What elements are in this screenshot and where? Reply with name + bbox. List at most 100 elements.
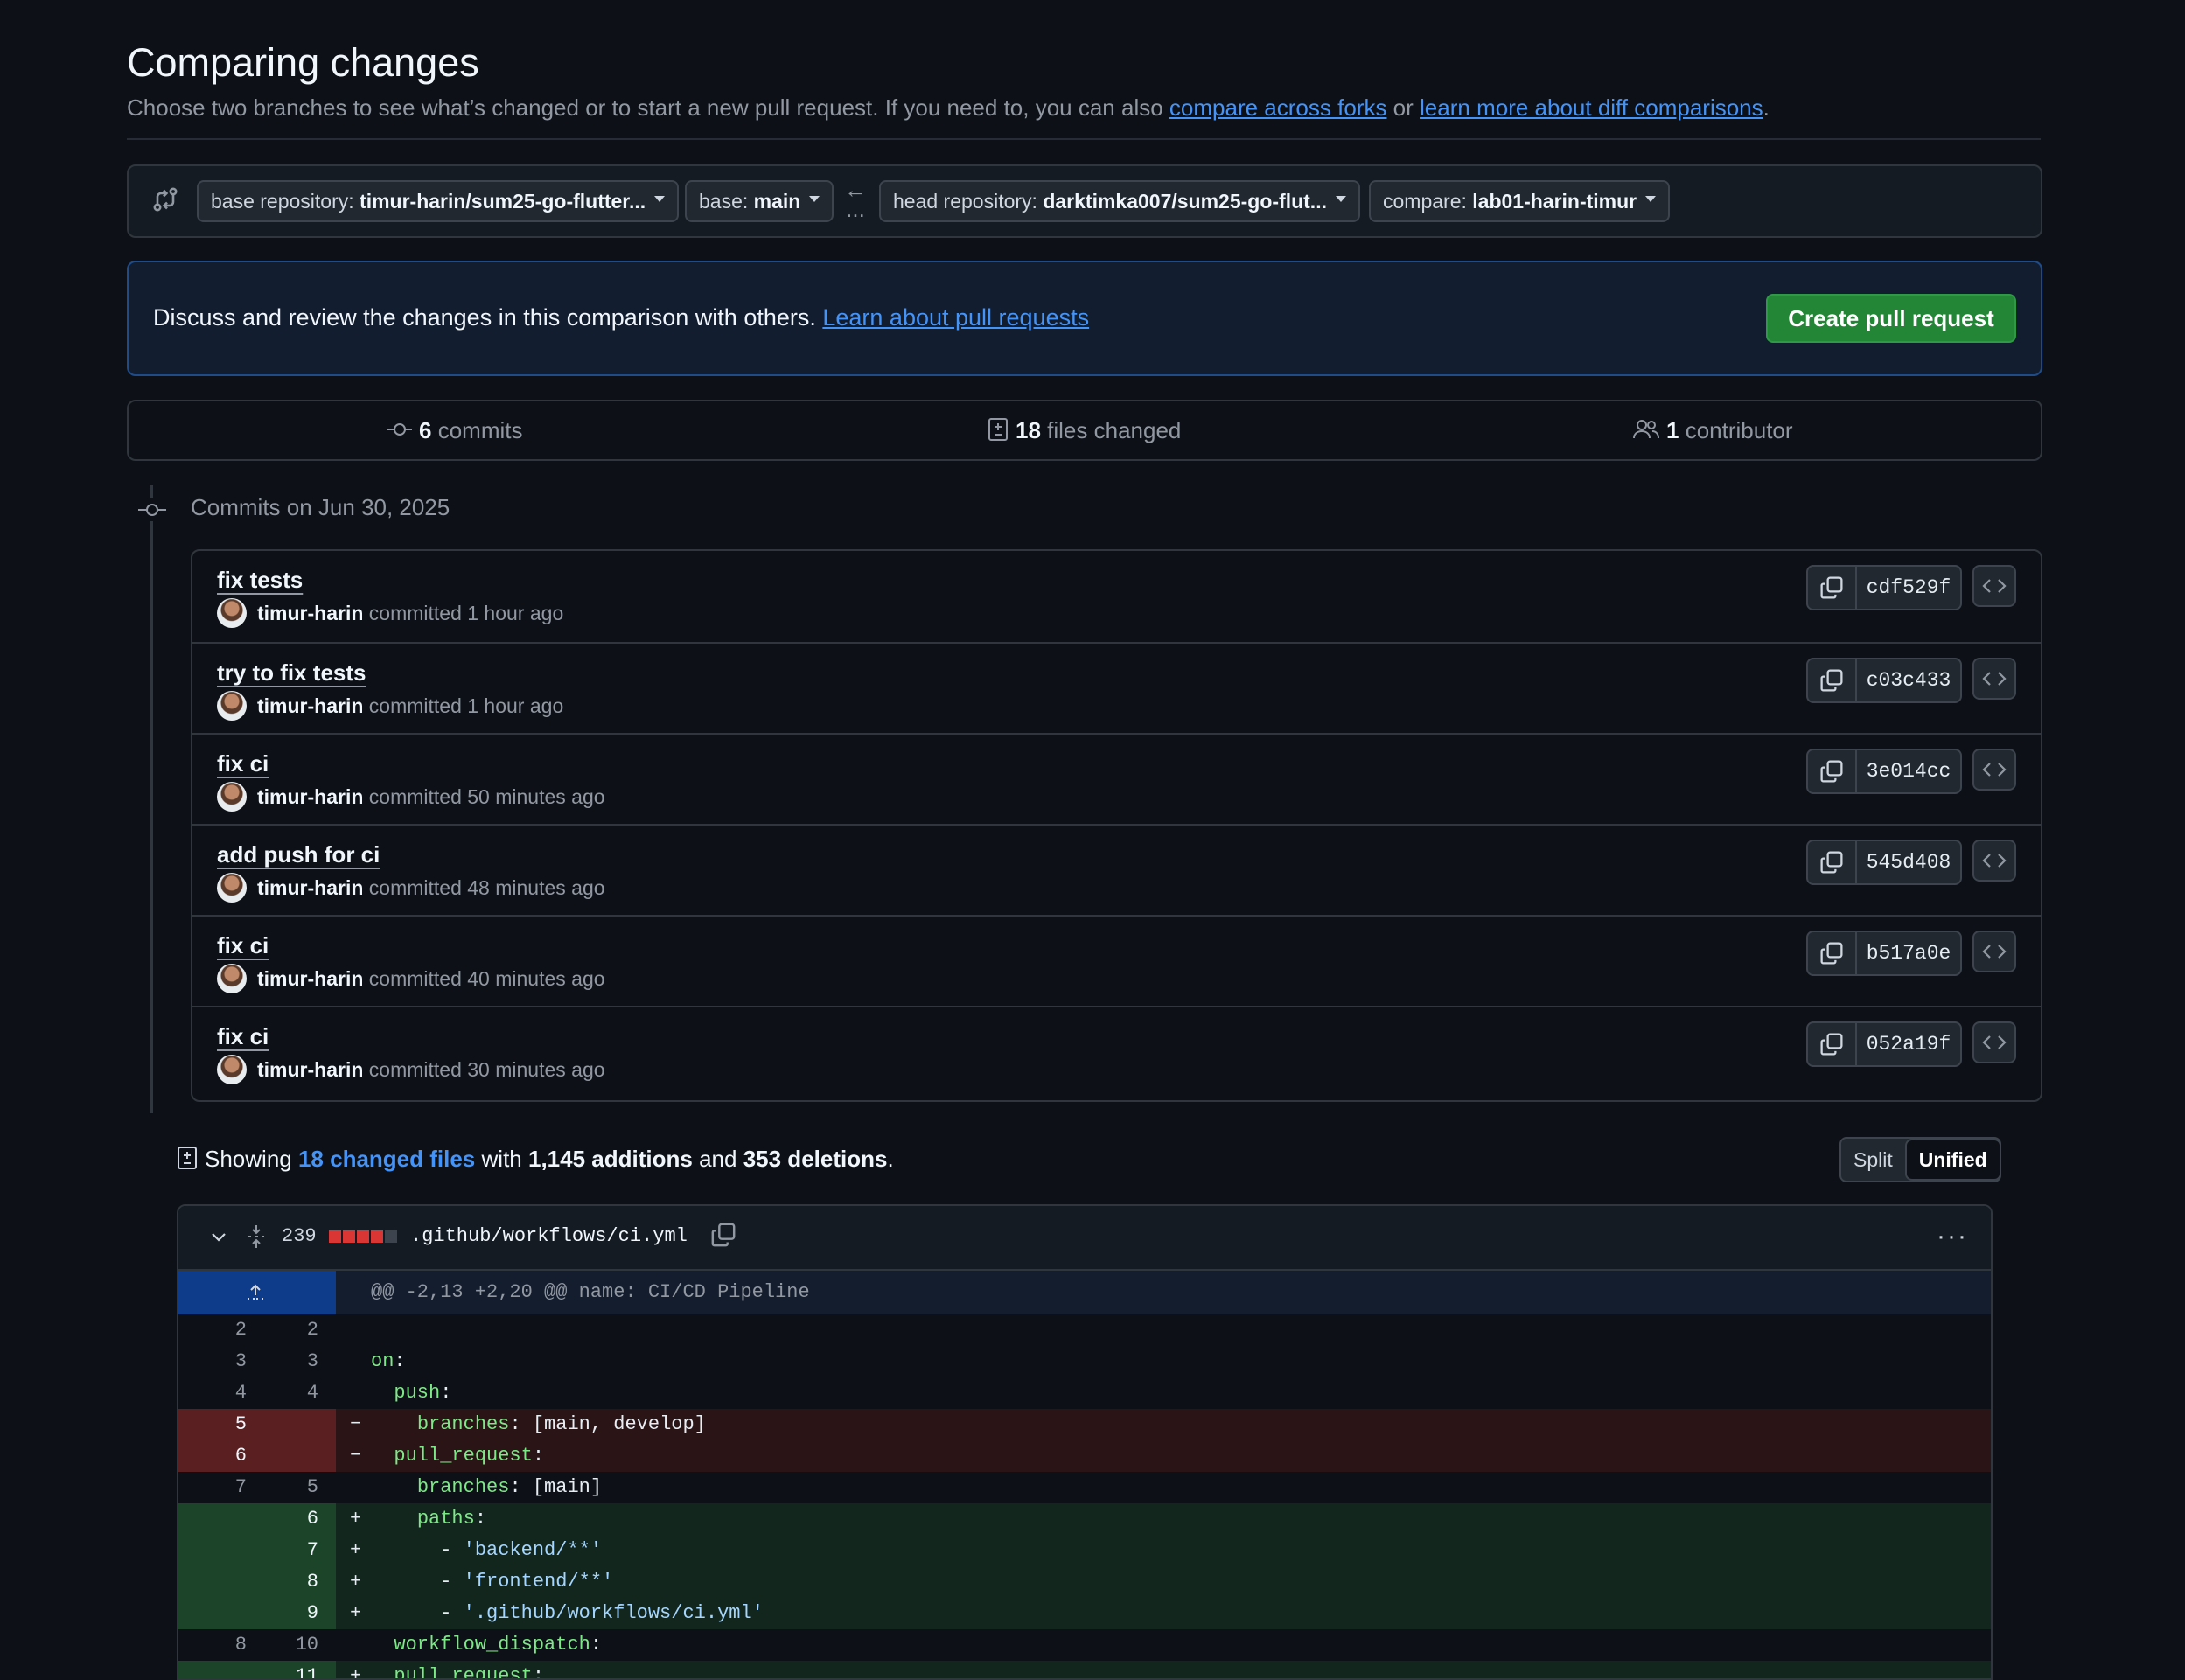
diffstat-square [343, 1230, 355, 1243]
new-line-number[interactable]: 6 [266, 1503, 318, 1535]
old-line-number[interactable]: 4 [194, 1377, 247, 1409]
code-content: pull_request: [371, 1661, 544, 1678]
file-name[interactable]: .github/workflows/ci.yml [410, 1225, 688, 1247]
commit-sha-link[interactable]: c03c433 [1857, 659, 1960, 701]
commit-author[interactable]: timur-harin [257, 694, 363, 717]
commit-row: fix ci timur-harin committed 40 minutes a… [192, 915, 2041, 1007]
split-view-button[interactable]: Split [1841, 1139, 1905, 1181]
commit-row: fix ci timur-harin committed 30 minutes a… [192, 1006, 2041, 1098]
code-string: '.github/workflows/ci.yml' [463, 1602, 764, 1624]
copy-sha-button[interactable] [1808, 567, 1857, 609]
commit-sha-group: b517a0e [1806, 931, 1962, 976]
commit-author[interactable]: timur-harin [257, 785, 363, 808]
diffstat-square [371, 1230, 383, 1243]
commit-sha-link[interactable]: 3e014cc [1857, 750, 1960, 792]
compare-across-forks-link[interactable]: compare across forks [1169, 94, 1387, 121]
new-line-number[interactable]: 10 [266, 1629, 318, 1661]
commit-title-link[interactable]: fix tests [217, 567, 303, 594]
commit-title-link[interactable]: fix ci [217, 750, 269, 777]
chevron-down-icon[interactable] [210, 1230, 227, 1244]
old-line-number[interactable]: 3 [194, 1346, 247, 1377]
copy-sha-button[interactable] [1808, 659, 1857, 701]
new-line-number[interactable]: 5 [266, 1472, 318, 1503]
new-line-number[interactable]: 7 [266, 1535, 318, 1566]
old-line-number[interactable]: 5 [194, 1409, 247, 1440]
commit-title-link[interactable]: fix ci [217, 1023, 269, 1050]
copy-sha-button[interactable] [1808, 1023, 1857, 1065]
new-line-number[interactable]: 3 [266, 1346, 318, 1377]
copy-icon[interactable] [710, 1222, 736, 1248]
commit-sha-group: 052a19f [1806, 1021, 1962, 1067]
subtitle-or: or [1386, 94, 1421, 121]
copy-sha-button[interactable] [1808, 841, 1857, 883]
old-line-number[interactable]: 6 [194, 1440, 247, 1472]
browse-repository-button[interactable] [1972, 749, 2016, 791]
diff-summary: Showing 18 changed files with 1,145 addi… [177, 1146, 894, 1173]
commit-author[interactable]: timur-harin [257, 1058, 363, 1081]
browse-repository-button[interactable] [1972, 658, 2016, 700]
expand-up-icon[interactable] [245, 1281, 266, 1302]
commits-count: 6 [419, 417, 432, 443]
new-line-number[interactable]: 2 [266, 1314, 318, 1346]
learn-pull-requests-link[interactable]: Learn about pull requests [822, 304, 1089, 331]
commit-time: committed 1 hour ago [368, 602, 564, 625]
browse-repository-button[interactable] [1972, 840, 2016, 882]
avatar[interactable] [217, 691, 247, 721]
commit-sha-group: 545d408 [1806, 840, 1962, 885]
new-line-number[interactable]: 4 [266, 1377, 318, 1409]
compare-branch-select[interactable]: compare: lab01-harin-timur [1369, 180, 1671, 222]
copy-sha-button[interactable] [1808, 750, 1857, 792]
page-subtitle: Choose two branches to see what’s change… [127, 94, 1770, 122]
file-diff: 239 .github/workflows/ci.yml ··· @@ -2,1… [177, 1204, 1993, 1680]
copy-sha-button[interactable] [1808, 932, 1857, 974]
avatar[interactable] [217, 782, 247, 812]
base-repository-select[interactable]: base repository: timur-harin/sum25-go-fl… [197, 180, 680, 222]
unified-view-button[interactable]: Unified [1904, 1139, 2001, 1181]
contributors-tab[interactable]: 1 contributor [1633, 417, 1793, 444]
avatar[interactable] [217, 964, 247, 993]
banner-text: Discuss and review the changes in this c… [153, 304, 1089, 331]
old-line-number[interactable]: 8 [194, 1629, 247, 1661]
diff-sign: + [350, 1508, 362, 1530]
expand-all-icon[interactable] [247, 1223, 266, 1250]
browse-repository-button[interactable] [1972, 931, 2016, 972]
commit-title-link[interactable]: try to fix tests [217, 659, 366, 687]
commit-row: fix tests timur-harin committed 1 hour ag… [192, 551, 2041, 642]
code-icon [1982, 579, 2007, 593]
avatar[interactable] [217, 873, 247, 903]
head-repository-select[interactable]: head repository: darktimka007/sum25-go-f… [879, 180, 1360, 222]
commit-title-link[interactable]: fix ci [217, 932, 269, 959]
copy-icon [1820, 576, 1843, 599]
avatar[interactable] [217, 598, 247, 628]
old-line-number[interactable]: 7 [194, 1472, 247, 1503]
commit-author[interactable]: timur-harin [257, 876, 363, 899]
commit-sha-link[interactable]: b517a0e [1857, 932, 1960, 974]
code-rest: : [main, develop] [509, 1413, 706, 1435]
changed-files-link[interactable]: 18 changed files [298, 1146, 475, 1172]
diff-line: 3 3 on: [178, 1346, 1991, 1377]
avatar[interactable] [217, 1055, 247, 1084]
commit-author[interactable]: timur-harin [257, 967, 363, 990]
base-repository-value: timur-harin/sum25-go-flutter... [360, 190, 646, 213]
commit-title-link[interactable]: add push for ci [217, 841, 380, 868]
base-branch-select[interactable]: base: main [685, 180, 834, 222]
browse-repository-button[interactable] [1972, 1021, 2016, 1063]
new-line-number[interactable]: 11 [266, 1661, 318, 1678]
old-line-number[interactable]: 2 [194, 1314, 247, 1346]
create-pull-request-button[interactable]: Create pull request [1766, 294, 2016, 343]
file-diff-icon [178, 1147, 197, 1170]
commits-tab[interactable]: 6 commits [387, 417, 522, 444]
commit-sha-link[interactable]: cdf529f [1857, 567, 1960, 609]
commit-author[interactable]: timur-harin [257, 602, 363, 624]
kebab-menu-icon[interactable]: ··· [1937, 1222, 1968, 1251]
commit-sha-link[interactable]: 545d408 [1857, 841, 1960, 883]
files-changed-tab[interactable]: 18 files changed [988, 417, 1181, 444]
browse-repository-button[interactable] [1972, 565, 2016, 607]
new-line-number[interactable]: 8 [266, 1566, 318, 1598]
new-line-number[interactable]: 9 [266, 1598, 318, 1629]
hunk-gutter[interactable] [178, 1271, 336, 1314]
commit-sha-group: c03c433 [1806, 658, 1962, 703]
learn-diff-comparisons-link[interactable]: learn more about diff comparisons [1420, 94, 1763, 121]
commit-sha-link[interactable]: 052a19f [1857, 1023, 1960, 1065]
code-icon [1982, 1035, 2007, 1049]
